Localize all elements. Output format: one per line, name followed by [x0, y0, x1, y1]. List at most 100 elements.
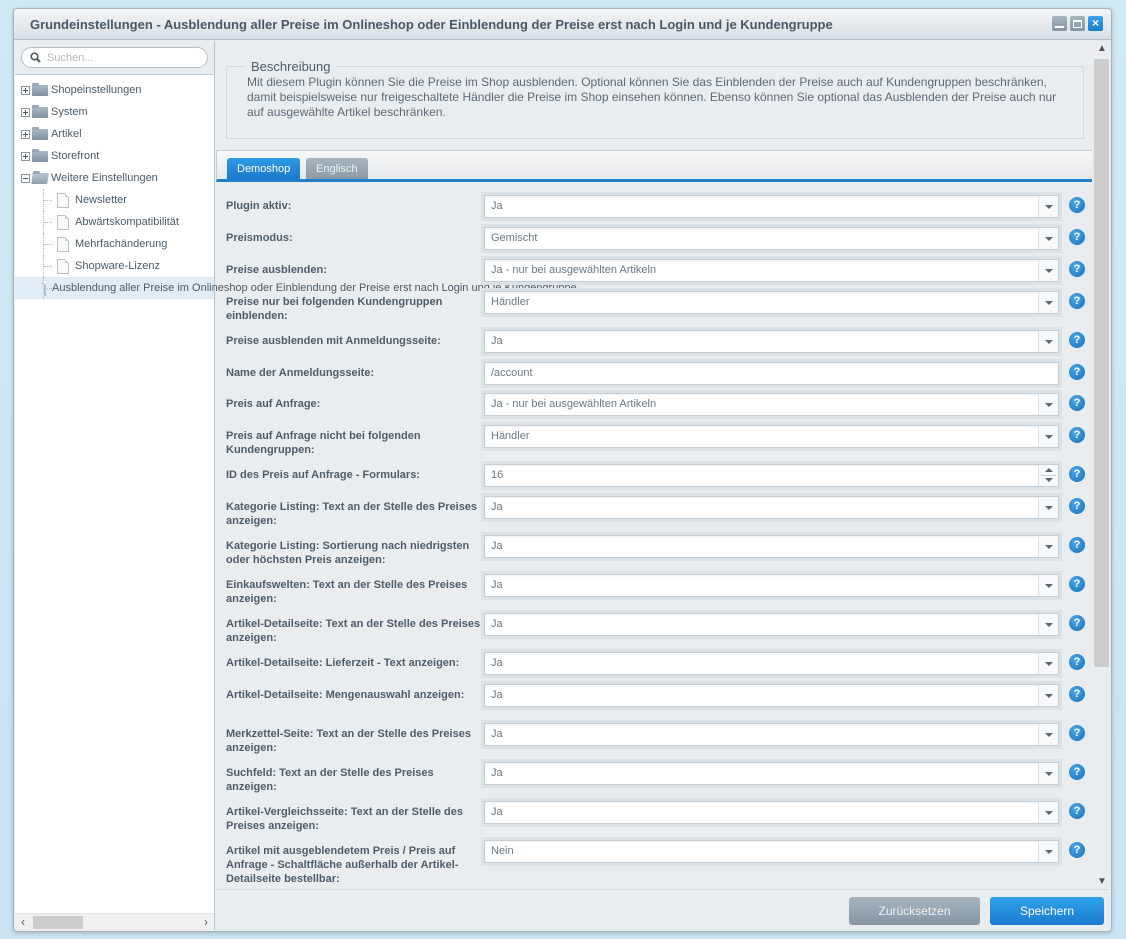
tree-item[interactable]: Abwärtskompatibilität: [15, 211, 214, 233]
tab-demoshop[interactable]: Demoshop: [227, 158, 301, 179]
help-icon[interactable]: ?: [1069, 427, 1085, 443]
tree-item[interactable]: Shopeinstellungen: [15, 79, 214, 101]
dropdown-arrow-icon[interactable]: [1038, 292, 1058, 313]
select-field[interactable]: Ja: [484, 496, 1059, 519]
help-icon[interactable]: ?: [1069, 293, 1085, 309]
scroll-left-icon[interactable]: ‹: [21, 914, 25, 931]
help-icon[interactable]: ?: [1069, 537, 1085, 553]
help-icon[interactable]: ?: [1069, 364, 1085, 380]
tree-item[interactable]: Weitere Einstellungen: [15, 167, 214, 189]
save-button[interactable]: Speichern: [990, 897, 1104, 925]
search-box[interactable]: [21, 47, 208, 68]
scroll-up-icon[interactable]: ▲: [1097, 43, 1107, 54]
expand-icon[interactable]: [21, 151, 30, 161]
dropdown-arrow-icon[interactable]: [1038, 614, 1058, 635]
select-field[interactable]: Ja: [484, 801, 1059, 824]
dropdown-arrow-icon[interactable]: [1038, 763, 1058, 784]
reset-button[interactable]: Zurücksetzen: [849, 897, 980, 925]
select-field[interactable]: Ja: [484, 613, 1059, 636]
dropdown-arrow-icon[interactable]: [1038, 426, 1058, 447]
help-icon[interactable]: ?: [1069, 498, 1085, 514]
spinner-arrows-icon[interactable]: [1038, 465, 1058, 486]
scroll-thumb[interactable]: [33, 916, 83, 929]
title-bar[interactable]: Grundeinstellungen - Ausblendung aller P…: [14, 9, 1111, 40]
select-field[interactable]: Ja: [484, 195, 1059, 218]
maximize-button[interactable]: [1070, 16, 1085, 31]
shop-tabs: Demoshop Englisch: [216, 150, 1092, 182]
help-icon[interactable]: ?: [1069, 803, 1085, 819]
help-icon[interactable]: ?: [1069, 197, 1085, 213]
tree-item[interactable]: System: [15, 101, 214, 123]
help-icon[interactable]: ?: [1069, 842, 1085, 858]
select-field[interactable]: Ja: [484, 535, 1059, 558]
help-icon[interactable]: ?: [1069, 332, 1085, 348]
tree-item[interactable]: Storefront: [15, 145, 214, 167]
expand-icon[interactable]: [21, 129, 30, 139]
help-icon[interactable]: ?: [1069, 686, 1085, 702]
dropdown-arrow-icon[interactable]: [1038, 331, 1058, 352]
select-field[interactable]: Ja: [484, 762, 1059, 785]
select-field[interactable]: Nein: [484, 840, 1059, 863]
tree-item[interactable]: Shopware-Lizenz: [15, 255, 214, 277]
dropdown-arrow-icon[interactable]: [1038, 228, 1058, 249]
dropdown-arrow-icon[interactable]: [1038, 724, 1058, 745]
collapse-icon[interactable]: [21, 173, 30, 183]
tree-item[interactable]: Artikel: [15, 123, 214, 145]
help-icon[interactable]: ?: [1069, 576, 1085, 592]
dropdown-arrow-icon[interactable]: [1038, 260, 1058, 281]
select-field[interactable]: Händler: [484, 291, 1059, 314]
tree-item[interactable]: Ausblendung aller Preise im Onlineshop o…: [15, 277, 577, 299]
help-icon[interactable]: ?: [1069, 466, 1085, 482]
help-icon[interactable]: ?: [1069, 654, 1085, 670]
tab-englisch[interactable]: Englisch: [306, 158, 368, 179]
dropdown-arrow-icon[interactable]: [1038, 685, 1058, 706]
help-icon[interactable]: ?: [1069, 615, 1085, 631]
field-value: Ja: [491, 728, 503, 740]
select-field[interactable]: Gemischt: [484, 227, 1059, 250]
select-field[interactable]: Ja: [484, 330, 1059, 353]
help-icon[interactable]: ?: [1069, 261, 1085, 277]
tree-item-label: System: [51, 106, 88, 118]
select-field[interactable]: Ja - nur bei ausgewählten Artikeln: [484, 259, 1059, 282]
field-label: Preise nur bei folgenden Kundengruppen e…: [226, 296, 443, 322]
expand-icon[interactable]: [21, 107, 30, 117]
select-field[interactable]: Ja: [484, 684, 1059, 707]
vertical-scrollbar[interactable]: ▲ ▼: [1093, 41, 1110, 889]
search-input[interactable]: [45, 50, 195, 65]
field-value: Ja: [491, 657, 503, 669]
window-title: Grundeinstellungen - Ausblendung aller P…: [30, 17, 833, 32]
tree-item[interactable]: Newsletter: [15, 189, 214, 211]
select-field[interactable]: Händler: [484, 425, 1059, 448]
help-icon[interactable]: ?: [1069, 725, 1085, 741]
select-field[interactable]: Ja - nur bei ausgewählten Artikeln: [484, 393, 1059, 416]
field-label: Preis auf Anfrage nicht bei folgenden Ku…: [226, 430, 421, 456]
scroll-down-icon[interactable]: ▼: [1097, 876, 1107, 887]
dropdown-arrow-icon[interactable]: [1038, 196, 1058, 217]
dropdown-arrow-icon[interactable]: [1038, 394, 1058, 415]
help-icon[interactable]: ?: [1069, 229, 1085, 245]
horizontal-scrollbar[interactable]: ‹ ›: [15, 913, 214, 930]
select-field[interactable]: Ja: [484, 574, 1059, 597]
tree-item[interactable]: Mehrfachänderung: [15, 233, 214, 255]
help-icon[interactable]: ?: [1069, 395, 1085, 411]
dropdown-arrow-icon[interactable]: [1038, 653, 1058, 674]
scroll-thumb[interactable]: [1094, 59, 1109, 667]
dropdown-arrow-icon[interactable]: [1038, 841, 1058, 862]
scroll-right-icon[interactable]: ›: [204, 914, 208, 931]
dropdown-arrow-icon[interactable]: [1038, 575, 1058, 596]
folder-icon: [32, 148, 48, 162]
text-field[interactable]: /account: [484, 362, 1059, 385]
dropdown-arrow-icon[interactable]: [1038, 497, 1058, 518]
number-field[interactable]: 16: [484, 464, 1059, 487]
close-button[interactable]: ×: [1088, 16, 1103, 31]
help-icon[interactable]: ?: [1069, 764, 1085, 780]
document-icon: [57, 236, 69, 252]
expand-icon[interactable]: [21, 85, 30, 95]
spinner-divider: [1041, 475, 1056, 476]
field-label: Kategorie Listing: Sortierung nach niedr…: [226, 540, 470, 566]
dropdown-arrow-icon[interactable]: [1038, 802, 1058, 823]
select-field[interactable]: Ja: [484, 652, 1059, 675]
select-field[interactable]: Ja: [484, 723, 1059, 746]
dropdown-arrow-icon[interactable]: [1038, 536, 1058, 557]
minimize-button[interactable]: [1052, 16, 1067, 31]
